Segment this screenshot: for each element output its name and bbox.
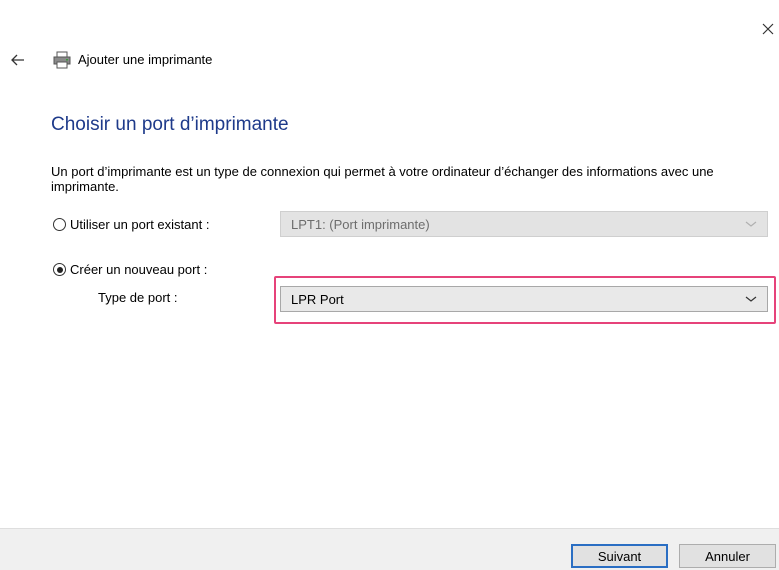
printer-icon xyxy=(52,50,72,70)
cancel-button[interactable]: Annuler xyxy=(679,544,776,568)
page-description: Un port d’imprimante est un type de conn… xyxy=(51,164,714,194)
existing-port-select: LPT1: (Port imprimante) xyxy=(280,211,768,237)
port-type-select[interactable]: LPR Port xyxy=(280,286,768,312)
existing-port-radio[interactable] xyxy=(53,218,66,231)
existing-port-label: Utiliser un port existant : xyxy=(70,217,210,232)
new-port-radio[interactable] xyxy=(53,263,66,276)
back-arrow-icon xyxy=(11,54,24,66)
close-icon xyxy=(762,23,774,35)
existing-port-value: LPT1: (Port imprimante) xyxy=(291,216,430,232)
chevron-down-icon xyxy=(745,296,757,302)
port-type-label: Type de port : xyxy=(98,290,178,305)
next-button[interactable]: Suivant xyxy=(571,544,668,568)
existing-port-option[interactable]: Utiliser un port existant : xyxy=(53,217,209,232)
close-button[interactable] xyxy=(757,18,779,40)
new-port-option[interactable]: Créer un nouveau port : xyxy=(53,262,207,277)
back-button[interactable] xyxy=(8,50,28,70)
port-type-value: LPR Port xyxy=(291,291,344,307)
window-title: Ajouter une imprimante xyxy=(78,52,213,67)
chevron-down-icon xyxy=(745,221,757,227)
new-port-label: Créer un nouveau port : xyxy=(70,262,208,277)
page-title: Choisir un port d’imprimante xyxy=(51,114,289,135)
